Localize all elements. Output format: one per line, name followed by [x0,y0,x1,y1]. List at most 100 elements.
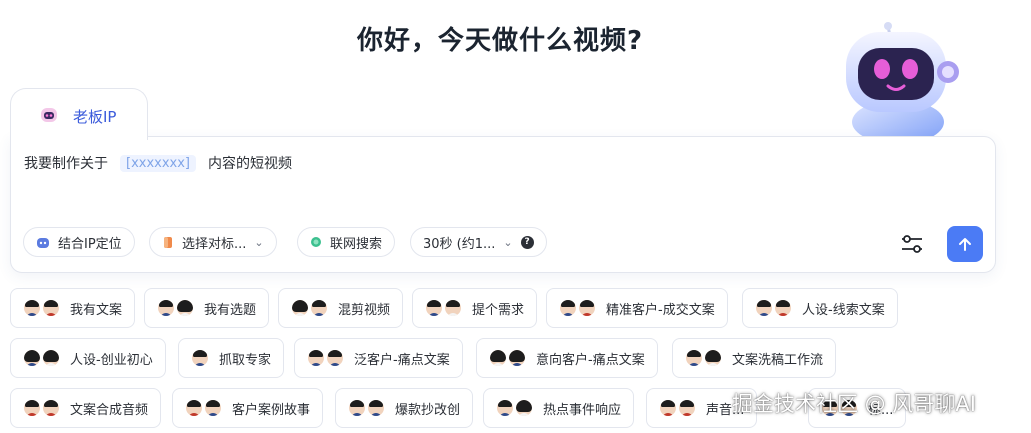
template-chip[interactable]: 混剪视频 [278,288,404,328]
template-label: 精准客户-成交文案 [606,302,715,318]
template-label: 混剪视频 [338,302,391,318]
avatar [326,349,344,367]
send-button[interactable] [947,226,983,262]
prompt-card: 我要制作关于 [xxxxxxx] 内容的短视频 结合IP定位 选择对标... ⌄… [10,136,996,273]
avatar-group [755,299,792,317]
avatar [157,299,175,317]
robot-icon [36,236,50,249]
chevron-down-icon: ⌄ [254,235,264,249]
prompt-input[interactable]: 我要制作关于 [xxxxxxx] 内容的短视频 [24,153,292,173]
avatar [444,299,462,317]
select-target-label: 选择对标... [182,236,247,252]
avatar [204,399,222,417]
web-search-toggle[interactable]: 联网搜索 [297,227,396,257]
avatar [310,299,328,317]
template-chip[interactable]: 客户案例故事 [172,388,324,428]
template-label: 提个需求 [472,302,525,318]
arrow-up-icon [959,238,971,251]
ip-position-button[interactable]: 结合IP定位 [23,227,135,257]
template-chip[interactable]: 我有文案 [10,288,136,328]
template-label: 文案洗稿工作流 [732,352,824,368]
avatar [508,349,526,367]
avatar-group [496,399,533,417]
template-chip[interactable]: 泛客户-痛点文案 [294,338,463,378]
template-label: 意向客户-痛点文案 [536,352,645,368]
template-chip[interactable]: 人设-创业初心 [10,338,166,378]
avatar-group [685,349,722,367]
avatar [348,399,366,417]
avatar-group [23,349,60,367]
template-label: 我有文案 [70,302,123,318]
avatar [42,399,60,417]
template-chip[interactable]: 文案合成音频 [10,388,162,428]
template-label: 我有选题 [204,302,257,318]
help-icon[interactable]: ? [520,235,534,249]
template-chip[interactable]: 我有选题 [144,288,270,328]
avatar [659,399,677,417]
settings-sliders-icon[interactable] [899,231,925,257]
avatar-group [307,349,344,367]
avatar [42,299,60,317]
avatar [42,349,60,367]
avatar [578,299,596,317]
target-icon [162,236,174,249]
template-label: 泛客户-痛点文案 [354,352,450,368]
avatar [307,349,325,367]
template-chip[interactable]: 提个需求 [412,288,538,328]
avatar-group [157,299,194,317]
avatar [291,299,309,317]
avatar [191,349,209,367]
avatar [425,299,443,317]
template-label: 热点事件响应 [543,402,622,418]
template-chip[interactable]: 抓取专家 [178,338,285,378]
web-search-label: 联网搜索 [330,236,383,252]
avatar-group [185,399,222,417]
select-target-dropdown[interactable]: 选择对标... ⌄ [149,227,277,257]
template-label: 文案合成音频 [70,402,149,418]
template-chip[interactable]: 意向客户-痛点文案 [476,338,658,378]
avatar-group [489,349,526,367]
avatar-group [425,299,462,317]
duration-dropdown[interactable]: 30秒 (约1... ⌄ ? [410,227,547,257]
avatar [185,399,203,417]
template-label: 人设-线索文案 [802,302,885,318]
template-label: 人设-创业初心 [70,352,153,368]
template-chip[interactable]: 爆款抄改创 [335,388,474,428]
template-label: 爆款抄改创 [395,402,461,418]
avatar [515,399,533,417]
chevron-down-icon: ⌄ [503,235,513,249]
ip-position-label: 结合IP定位 [58,236,122,252]
avatar-group [191,349,209,367]
avatar [774,299,792,317]
avatar [559,299,577,317]
avatar [176,299,194,317]
tab-boss-ip[interactable]: 老板IP [10,88,148,140]
avatar [704,349,722,367]
avatar [23,399,41,417]
avatar [755,299,773,317]
avatar [367,399,385,417]
template-label: 抓取专家 [219,352,272,368]
avatar-group [291,299,328,317]
avatar-group [659,399,696,417]
avatar [23,349,41,367]
duration-label: 30秒 (约1... [423,236,496,252]
avatar-group [559,299,596,317]
template-chip[interactable]: 人设-线索文案 [742,288,898,328]
prompt-prefix: 我要制作关于 [24,156,108,172]
template-chip[interactable]: 文案洗稿工作流 [672,338,837,378]
avatar [496,399,514,417]
template-chip[interactable]: 热点事件响应 [483,388,635,428]
prompt-placeholder-slot[interactable]: [xxxxxxx] [120,154,196,172]
avatar [685,349,703,367]
avatar-group [348,399,385,417]
globe-icon [310,236,322,248]
template-label: 客户案例故事 [232,402,311,418]
robot-mascot [846,22,959,140]
robot-icon [41,108,57,122]
avatar-group [23,399,60,417]
template-chip[interactable]: 精准客户-成交文案 [546,288,728,328]
prompt-suffix: 内容的短视频 [208,156,292,172]
avatar [489,349,507,367]
watermark: 掘金技术社区 @ 风哥聊AI [732,392,976,416]
